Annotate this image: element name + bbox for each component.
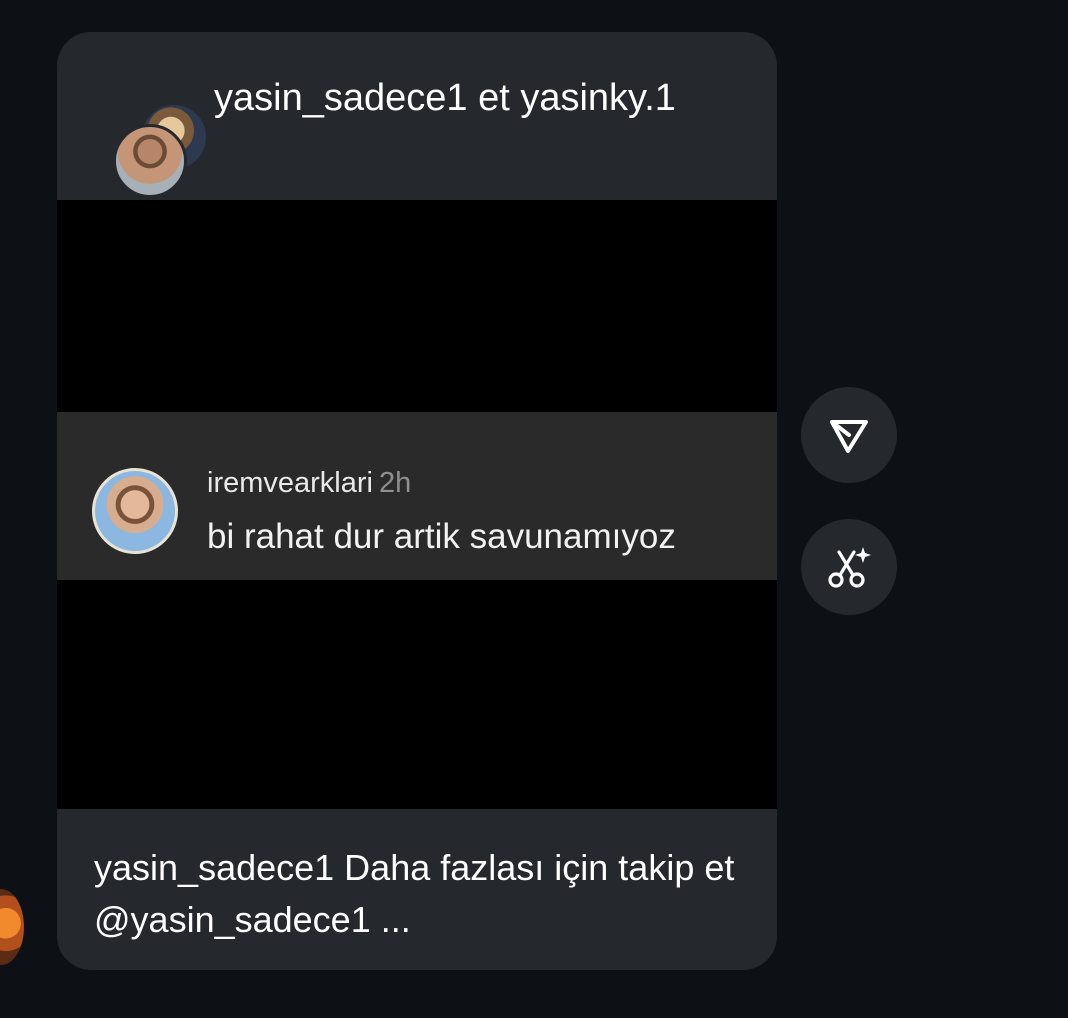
comment-text: bi rahat dur artik savunamıyoz xyxy=(207,517,676,556)
collab-avatars[interactable] xyxy=(85,66,209,198)
clip-button[interactable] xyxy=(801,519,897,615)
post-caption[interactable]: yasin_sadece1 Daha fazlası için takip et… xyxy=(94,842,754,946)
collab-avatar-man xyxy=(113,124,187,198)
post-header[interactable]: yasin_sadece1 et yasinky.1 xyxy=(57,32,777,200)
scissors-sparkle-icon xyxy=(828,547,871,588)
post-media[interactable]: iremvearklari 2h bi rahat dur artik savun… xyxy=(57,200,777,809)
quoted-comment: iremvearklari 2h bi rahat dur artik savun… xyxy=(57,412,777,580)
sender-avatar[interactable] xyxy=(0,889,24,965)
comment-username: iremvearklari 2h xyxy=(207,467,411,500)
send-icon xyxy=(830,420,868,453)
comment-username-text: iremvearklari xyxy=(207,467,373,499)
comment-avatar xyxy=(92,468,178,554)
shared-post-card[interactable]: yasin_sadece1 et yasinky.1 iremvearklari… xyxy=(57,32,777,970)
chat-screen: yasin_sadece1 et yasinky.1 iremvearklari… xyxy=(0,0,1068,1018)
share-button[interactable] xyxy=(801,387,897,483)
post-authors[interactable]: yasin_sadece1 et yasinky.1 xyxy=(214,72,734,125)
comment-time: 2h xyxy=(378,467,412,499)
